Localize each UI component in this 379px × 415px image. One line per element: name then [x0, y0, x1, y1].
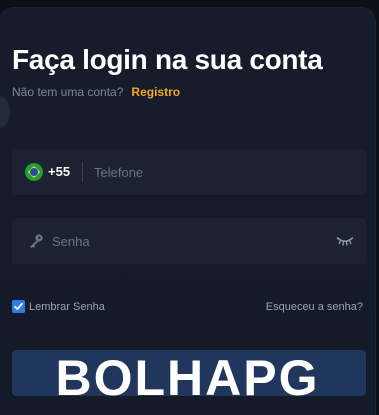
register-prompt: Não tem uma conta? Registro — [12, 85, 180, 99]
key-icon — [30, 234, 43, 249]
password-field[interactable] — [12, 218, 366, 264]
forgot-password-link[interactable]: Esqueceu a senha? — [266, 301, 363, 313]
eye-closed-icon[interactable] — [336, 235, 354, 247]
field-divider — [82, 162, 83, 182]
remember-label: Lembrar Senha — [29, 300, 105, 313]
country-code[interactable]: +55 — [48, 164, 70, 179]
login-modal: Faça login na sua conta Não tem uma cont… — [0, 8, 375, 415]
login-button[interactable] — [12, 350, 366, 396]
modal-edge-decoration — [0, 96, 10, 128]
brazil-flag-icon[interactable] — [25, 163, 43, 181]
register-prompt-text: Não tem uma conta? — [12, 85, 124, 99]
register-link[interactable]: Registro — [131, 85, 180, 99]
page-title: Faça login na sua conta — [12, 44, 323, 75]
phone-input[interactable] — [94, 149, 344, 195]
phone-field[interactable]: +55 — [12, 149, 366, 195]
remember-password-toggle[interactable]: Lembrar Senha — [12, 300, 105, 313]
checkmark-icon — [14, 302, 23, 310]
password-input[interactable] — [52, 218, 322, 264]
remember-checkbox[interactable] — [12, 300, 25, 313]
